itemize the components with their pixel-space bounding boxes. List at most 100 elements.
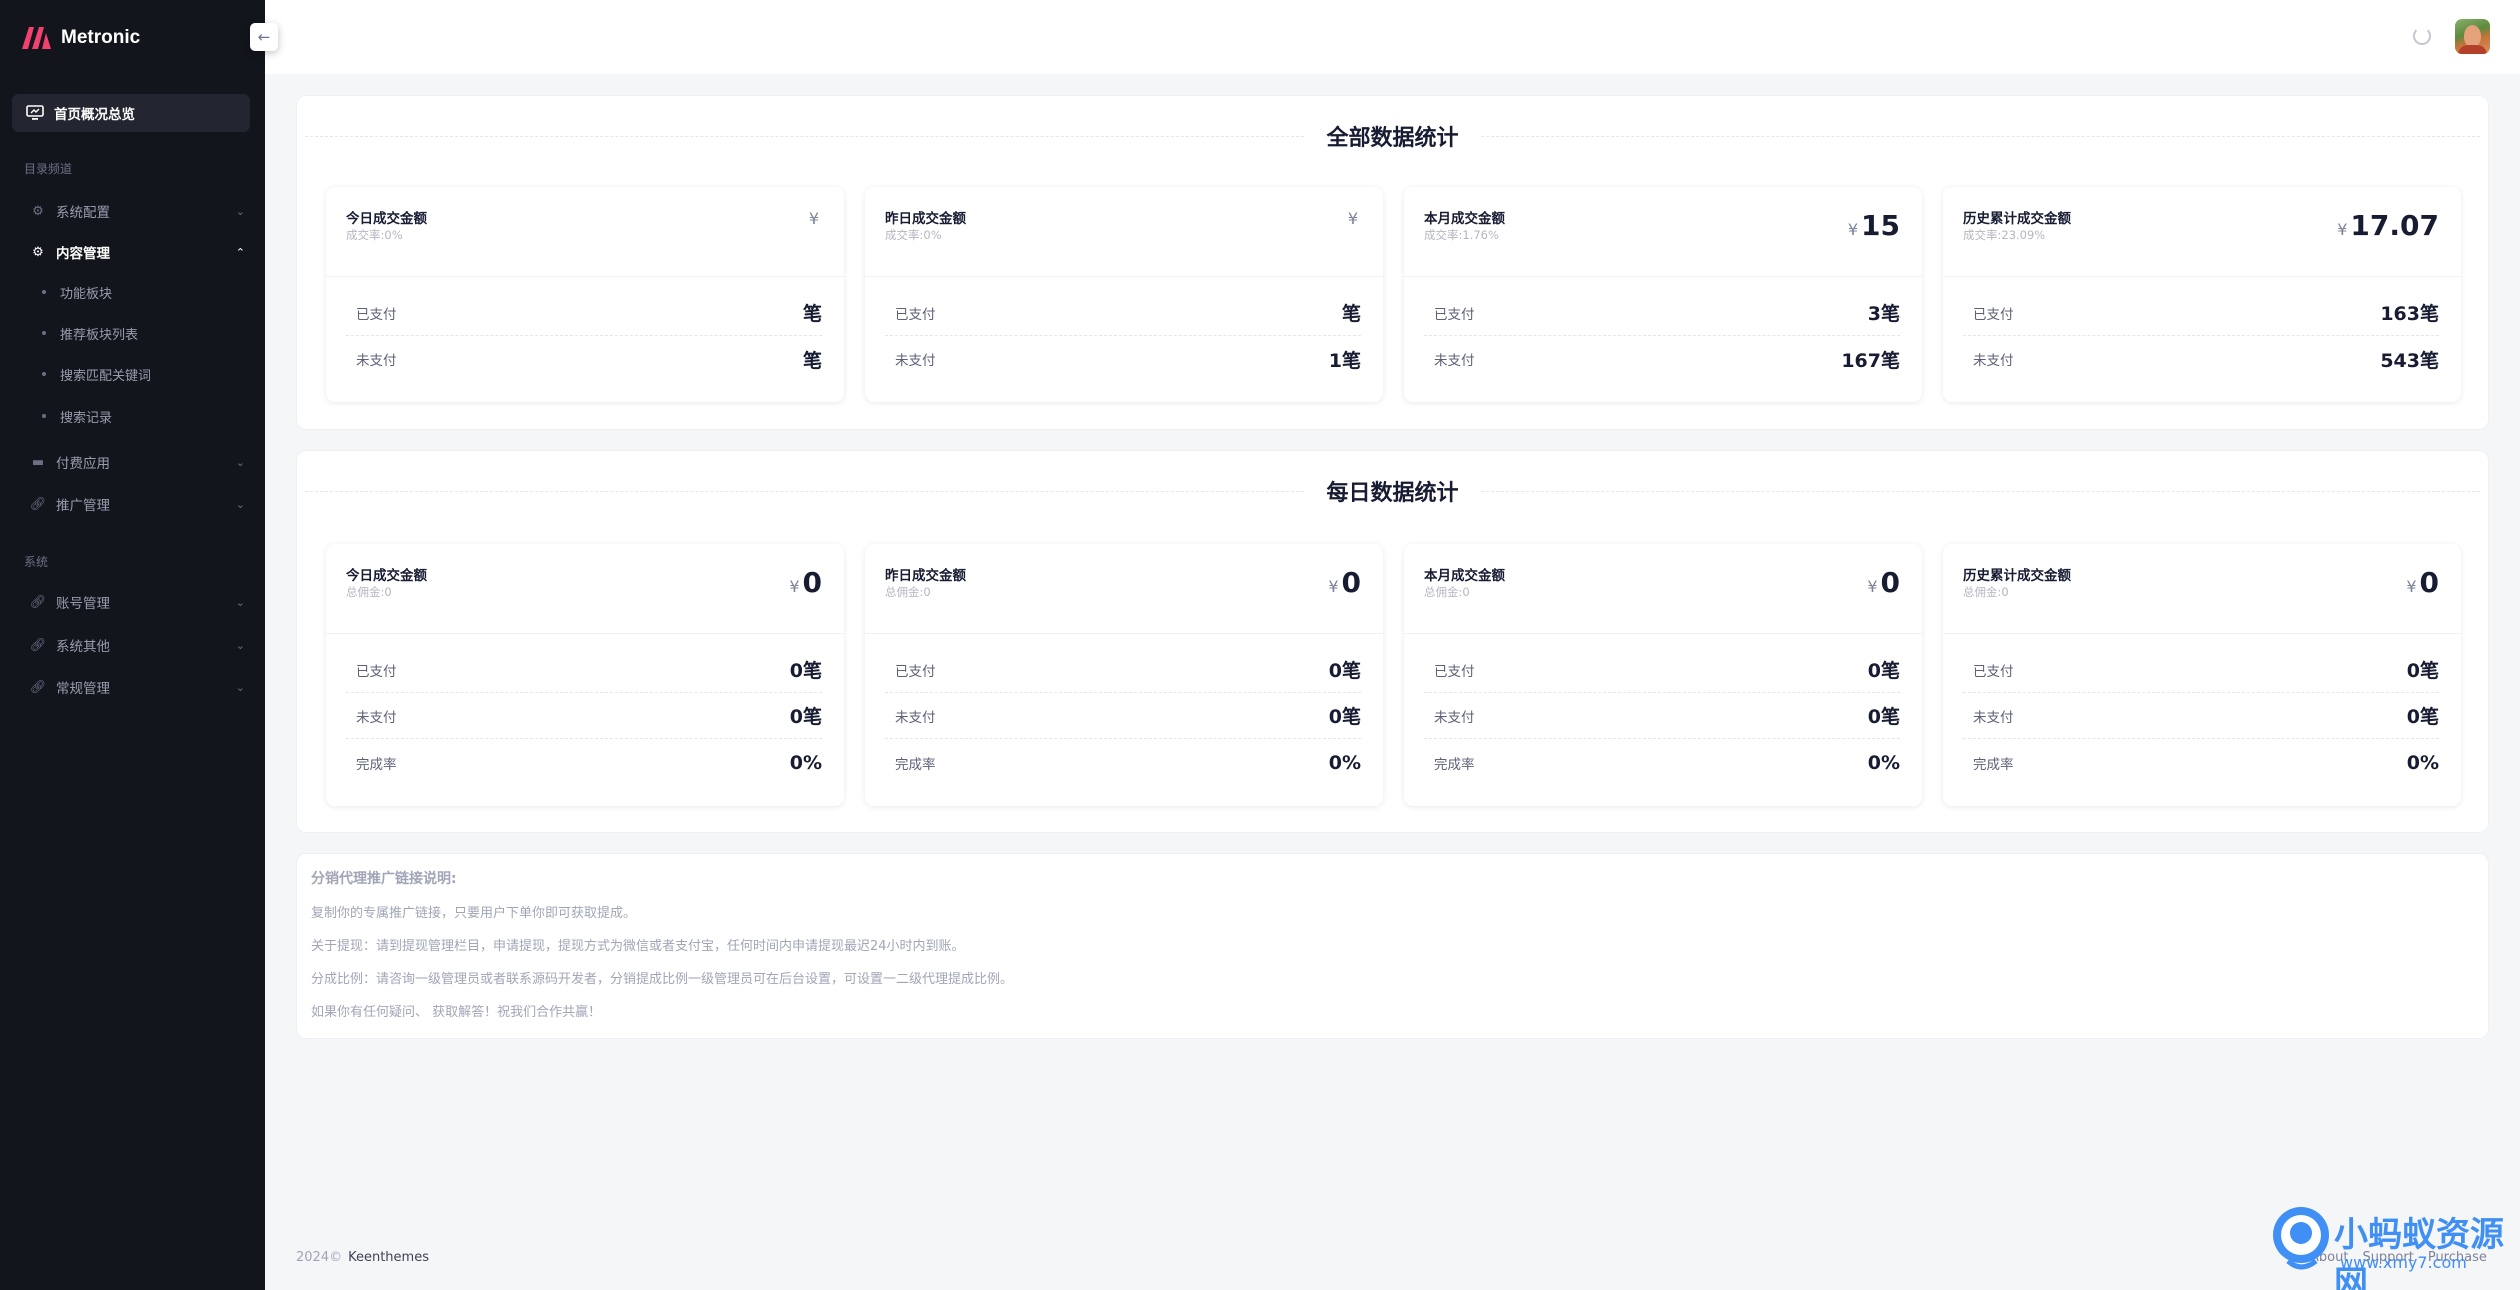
watermark-ant-icon bbox=[2273, 1207, 2329, 1270]
daily-stats-panel: 每日数据统计 今日成交金额 总佣金:0 ¥0 已支付 0笔 未支付 0笔 完成率 0%… bbox=[296, 450, 2489, 833]
card-title: 昨日成交金额 bbox=[885, 568, 966, 584]
currency-symbol: ¥ bbox=[1847, 220, 1859, 239]
card-row: 未支付 0笔 bbox=[885, 693, 1361, 739]
sidebar-item-accounts[interactable]: 🔗︎ 账号管理 ⌄ bbox=[30, 590, 245, 614]
amount-value: 15 bbox=[1861, 209, 1900, 242]
footer-brand-link[interactable]: Keenthemes bbox=[348, 1250, 429, 1265]
card-amount: ¥0 bbox=[1867, 566, 1900, 599]
sidebar-item-dashboard[interactable]: 首页概况总览 bbox=[12, 94, 250, 132]
currency-symbol: ¥ bbox=[1867, 577, 1878, 596]
chevron-down-icon: ⌄ bbox=[235, 455, 245, 469]
all-stats-panel: 全部数据统计 今日成交金额 成交率:0% ¥ 已支付笔 未支付笔 昨日成交金额 … bbox=[296, 95, 2489, 430]
notes-title: 分销代理推广链接说明: bbox=[311, 871, 457, 887]
card-amount: ¥17.07 bbox=[2337, 209, 2439, 242]
sidebar-subitem-recommended-list[interactable]: 推荐板块列表 bbox=[42, 322, 138, 344]
stat-card: 昨日成交金额 成交率:0% ¥ 已支付笔 未支付 1笔 bbox=[865, 187, 1383, 402]
chevron-down-icon: ⌄ bbox=[235, 204, 245, 218]
sidebar-item-label: 系统配置 bbox=[56, 205, 110, 221]
sidebar-subitem-feature-blocks[interactable]: 功能板块 bbox=[42, 281, 112, 303]
card-amount: ¥0 bbox=[1328, 566, 1361, 599]
currency-symbol: ¥ bbox=[1347, 209, 1358, 228]
user-avatar[interactable] bbox=[2455, 19, 2490, 54]
card-amount: ¥ bbox=[809, 209, 822, 228]
card-row: 完成率 0% bbox=[356, 752, 822, 774]
stat-card: 历史累计成交金额 总佣金:0 ¥0 已支付 0笔 未支付 0笔 完成率 0% bbox=[1943, 544, 2461, 806]
bullet-icon bbox=[42, 372, 46, 376]
card-row: 已支付笔 bbox=[885, 290, 1361, 336]
sidebar-collapse-button[interactable]: ← bbox=[250, 23, 278, 51]
brand-name: Metronic bbox=[61, 27, 141, 48]
card-row: 未支付 0笔 bbox=[1963, 693, 2439, 739]
brand-logo[interactable]: Metronic bbox=[20, 22, 140, 54]
note-line: 复制你的专属推广链接，只要用户下单你即可获取提成。 bbox=[311, 906, 637, 921]
panel-title: 每日数据统计 bbox=[1304, 481, 1481, 506]
sidebar-item-label: 常规管理 bbox=[56, 681, 110, 697]
card-subtitle: 成交率:23.09% bbox=[1963, 228, 2046, 242]
sidebar-subitem-search-records[interactable]: 搜索记录 bbox=[42, 405, 112, 427]
link-icon: 🔗︎ bbox=[29, 679, 47, 695]
link-icon: 🔗︎ bbox=[29, 637, 47, 653]
footer: 2024© Keenthemes bbox=[296, 1250, 429, 1265]
card-row: 已支付 0笔 bbox=[1963, 647, 2439, 693]
card-subtitle: 总佣金:0 bbox=[346, 585, 392, 599]
sidebar-subitem-search-keywords[interactable]: 搜索匹配关键词 bbox=[42, 363, 151, 385]
currency-symbol: ¥ bbox=[1328, 577, 1339, 596]
watermark-url: www.xmy7.com bbox=[2340, 1253, 2467, 1272]
watermark-text: 小蚂蚁资源网 bbox=[2334, 1215, 2504, 1290]
monitor-icon bbox=[26, 105, 44, 120]
sidebar-section-title: 系统 bbox=[24, 555, 49, 569]
currency-symbol: ¥ bbox=[789, 577, 800, 596]
card-title: 历史累计成交金额 bbox=[1963, 568, 2071, 584]
sidebar: Metronic 首页概况总览 目录频道 ⚙ 系统配置 ⌄ ⚙ 内容管理 ⌃ 功… bbox=[0, 0, 265, 1290]
sidebar-item-content-management[interactable]: ⚙ 内容管理 ⌃ bbox=[30, 240, 245, 264]
sidebar-item-paid-apps[interactable]: ▬ 付费应用 ⌄ bbox=[30, 450, 245, 474]
stat-card: 历史累计成交金额 成交率:23.09% ¥17.07 已支付 163笔 未支付 54… bbox=[1943, 187, 2461, 402]
sidebar-item-general[interactable]: 🔗︎ 常规管理 ⌄ bbox=[30, 675, 245, 699]
metronic-logo-icon bbox=[22, 27, 51, 49]
card-row: 完成率 0% bbox=[1973, 752, 2439, 774]
card-amount: ¥0 bbox=[789, 566, 822, 599]
card-amount: ¥15 bbox=[1848, 209, 1900, 242]
card-row: 已支付 3笔 bbox=[1424, 290, 1900, 336]
panel-title: 全部数据统计 bbox=[1304, 126, 1481, 151]
card-title: 本月成交金额 bbox=[1424, 568, 1505, 584]
link-icon: 🔗︎ bbox=[29, 594, 47, 610]
gear-icon: ⚙ bbox=[32, 244, 44, 260]
notes-panel: 分销代理推广链接说明: 复制你的专属推广链接，只要用户下单你即可获取提成。 关于… bbox=[296, 853, 2489, 1039]
card-row: 未支付 1笔 bbox=[895, 349, 1361, 372]
gear-icon: ⚙ bbox=[32, 203, 44, 219]
sidebar-item-label: 系统其他 bbox=[56, 639, 110, 655]
note-line: 关于提现：请到提现管理栏目，申请提现，提现方式为微信或者支付宝，任何时间内申请提… bbox=[311, 939, 965, 954]
sidebar-item-system-other[interactable]: 🔗︎ 系统其他 ⌄ bbox=[30, 633, 245, 657]
wallet-icon: ▬ bbox=[31, 454, 45, 470]
top-header bbox=[265, 0, 2520, 74]
card-row: 已支付 0笔 bbox=[885, 647, 1361, 693]
amount-value: 0 bbox=[2419, 566, 2439, 599]
amount-value: 0 bbox=[1880, 566, 1900, 599]
spinner-icon bbox=[2413, 27, 2431, 45]
stat-card: 本月成交金额 总佣金:0 ¥0 已支付 0笔 未支付 0笔 完成率 0% bbox=[1404, 544, 1922, 806]
sidebar-subitem-label: 搜索匹配关键词 bbox=[60, 368, 152, 384]
amount-value: 17.07 bbox=[2350, 209, 2439, 242]
sidebar-item-label: 付费应用 bbox=[56, 456, 110, 472]
bullet-icon bbox=[42, 331, 46, 335]
chevron-up-icon: ⌃ bbox=[235, 245, 245, 259]
sidebar-subitem-label: 推荐板块列表 bbox=[60, 327, 139, 343]
stat-card: 今日成交金额 总佣金:0 ¥0 已支付 0笔 未支付 0笔 完成率 0% bbox=[326, 544, 844, 806]
stat-card: 昨日成交金额 总佣金:0 ¥0 已支付 0笔 未支付 0笔 完成率 0% bbox=[865, 544, 1383, 806]
card-title: 昨日成交金额 bbox=[885, 211, 966, 227]
currency-symbol: ¥ bbox=[808, 209, 819, 228]
card-title: 今日成交金额 bbox=[346, 568, 427, 584]
card-amount: ¥ bbox=[1348, 209, 1361, 228]
card-subtitle: 总佣金:0 bbox=[1424, 585, 1470, 599]
amount-value: 0 bbox=[802, 566, 822, 599]
note-line: 如果你有任何疑问、 获取解答！祝我们合作共赢！ bbox=[311, 1005, 602, 1020]
sidebar-item-promotion[interactable]: 🔗︎ 推广管理 ⌄ bbox=[30, 492, 245, 516]
chevron-down-icon: ⌄ bbox=[235, 680, 245, 694]
link-icon: 🔗︎ bbox=[29, 496, 47, 512]
card-row: 已支付 163笔 bbox=[1963, 290, 2439, 336]
currency-symbol: ¥ bbox=[2406, 577, 2417, 596]
card-subtitle: 总佣金:0 bbox=[1963, 585, 2009, 599]
card-title: 本月成交金额 bbox=[1424, 211, 1505, 227]
sidebar-item-system-config[interactable]: ⚙ 系统配置 ⌄ bbox=[30, 199, 245, 223]
